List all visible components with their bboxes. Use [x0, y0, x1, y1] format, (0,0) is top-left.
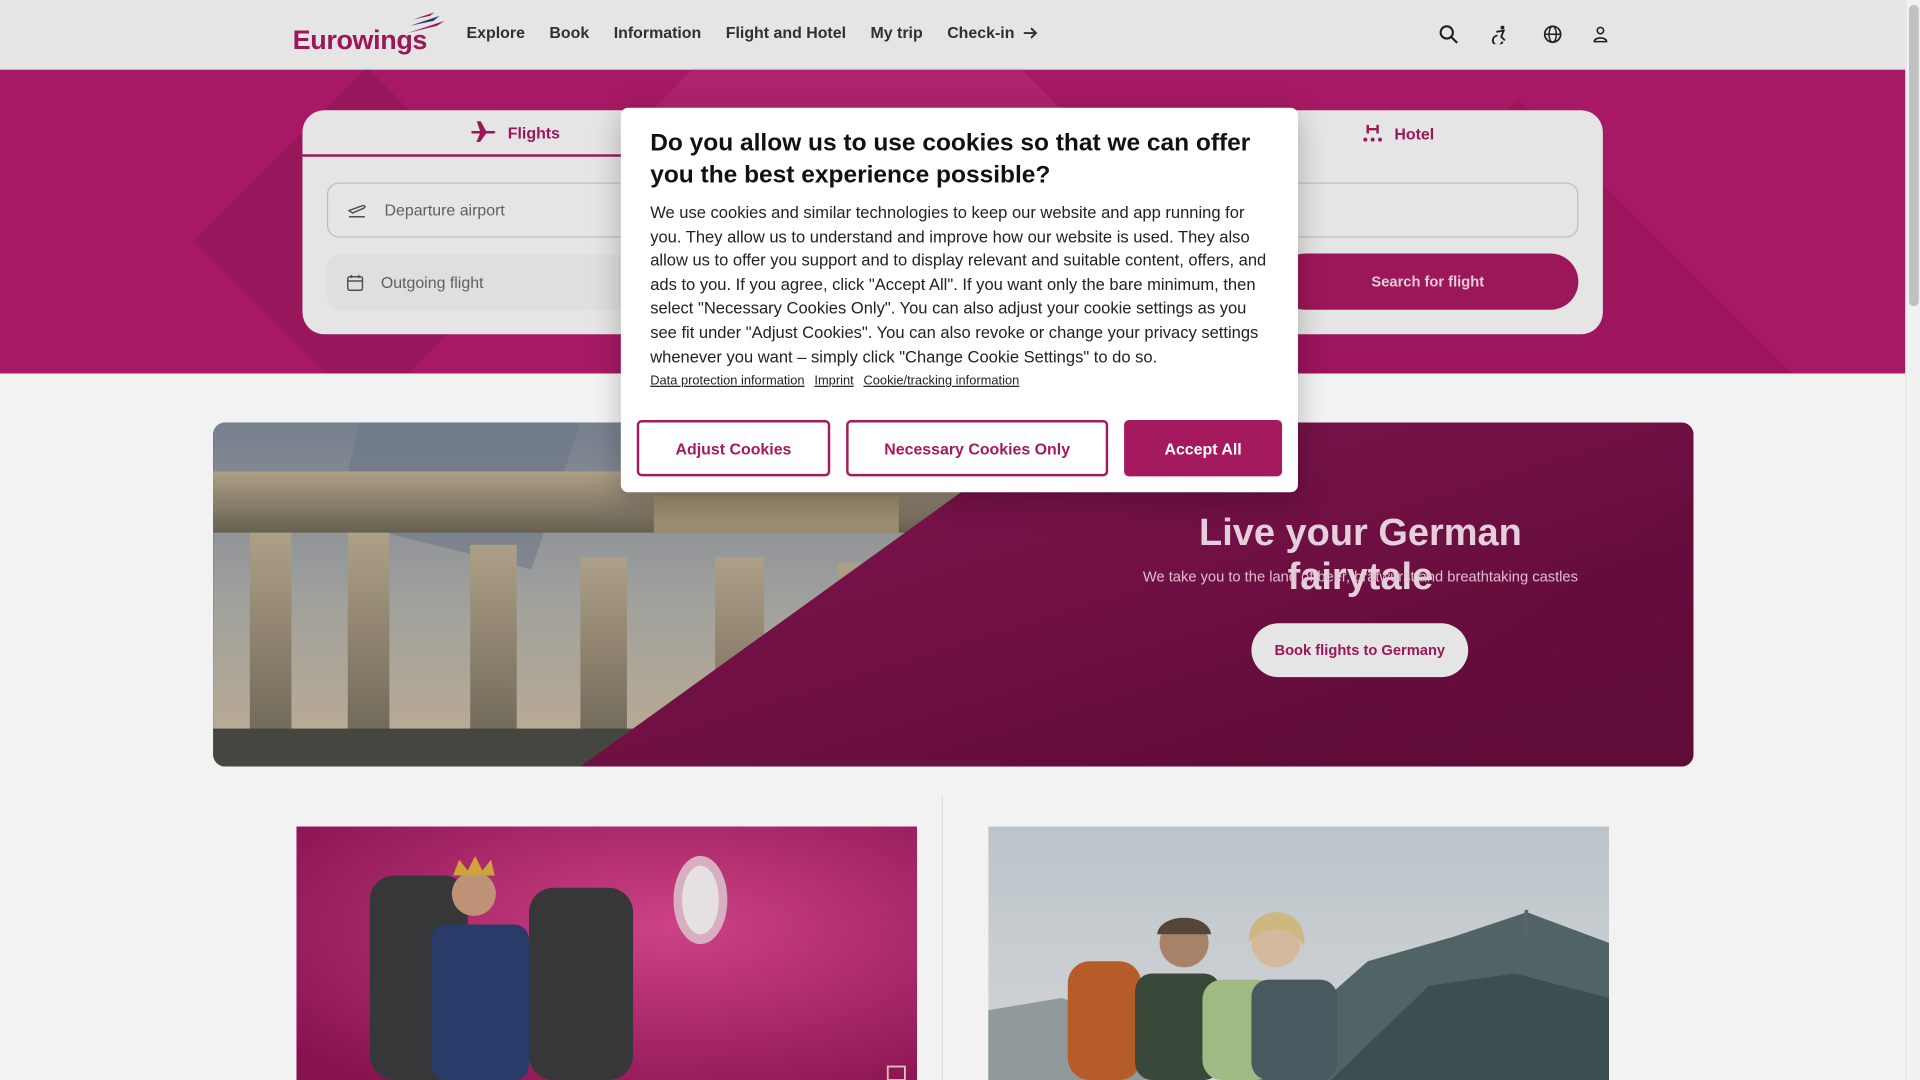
adjust-cookies-button[interactable]: Adjust Cookies: [636, 420, 831, 477]
cookie-dialog-links: Data protection information Imprint Cook…: [650, 373, 1019, 388]
imprint-link[interactable]: Imprint: [814, 373, 853, 388]
data-protection-link[interactable]: Data protection information: [650, 373, 804, 388]
page-scrollbar[interactable]: [1905, 0, 1920, 1080]
accept-all-button[interactable]: Accept All: [1124, 420, 1283, 477]
cookie-dialog-title: Do you allow us to use cookies so that w…: [650, 129, 1251, 189]
scrollbar-thumb[interactable]: [1908, 4, 1919, 307]
page: Eurowings Explore Book Information Fligh…: [0, 0, 1920, 1080]
cookie-dialog-body: We use cookies and similar technologies …: [650, 203, 1267, 366]
cookie-consent-dialog: Do you allow us to use cookies so that w…: [620, 107, 1298, 493]
necessary-cookies-only-button[interactable]: Necessary Cookies Only: [846, 420, 1109, 477]
cookie-tracking-link[interactable]: Cookie/tracking information: [863, 373, 1019, 388]
